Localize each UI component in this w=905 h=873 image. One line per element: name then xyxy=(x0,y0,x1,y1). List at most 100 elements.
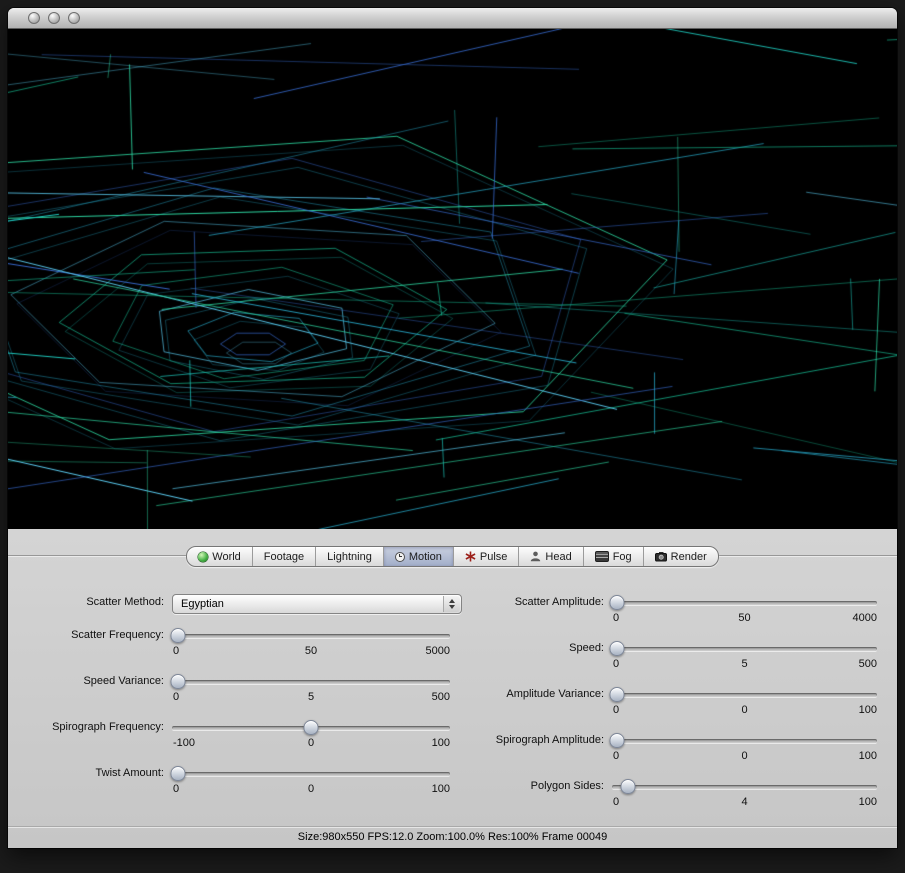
slider-scale: 0 0 100 xyxy=(612,704,877,719)
tab-render[interactable]: Render xyxy=(643,547,718,566)
tab-label: Footage xyxy=(264,551,304,563)
slider-thumb[interactable] xyxy=(610,687,625,702)
speed-slider[interactable] xyxy=(612,640,877,657)
slider-thumb[interactable] xyxy=(610,595,625,610)
scale-mid: 0 xyxy=(308,737,314,749)
tab-label: Render xyxy=(671,551,707,563)
slider-label: Scatter Amplitude: xyxy=(460,594,612,627)
dropdown-label: Scatter Method: xyxy=(20,594,172,614)
tab-motion[interactable]: Motion xyxy=(383,547,453,566)
tab-lightning[interactable]: Lightning xyxy=(315,547,383,566)
scale-mid: 50 xyxy=(305,645,317,657)
slider-track xyxy=(172,634,450,638)
tab-label: Lightning xyxy=(327,551,372,563)
tab-label: Pulse xyxy=(480,551,508,563)
slider-thumb[interactable] xyxy=(610,641,625,656)
scale-max: 4000 xyxy=(853,612,877,624)
minimize-button[interactable] xyxy=(48,12,60,24)
scale-max: 100 xyxy=(432,737,450,749)
slider-track xyxy=(172,680,450,684)
scatter-frequency-slider[interactable] xyxy=(172,627,450,644)
tab-label: Head xyxy=(545,551,571,563)
spirograph-amplitude-slider[interactable] xyxy=(612,732,877,749)
slider-scale: 0 50 5000 xyxy=(172,645,450,660)
tab-world[interactable]: World xyxy=(187,547,252,566)
slider-scale: 0 0 100 xyxy=(612,750,877,765)
slider-label: Spirograph Amplitude: xyxy=(460,732,612,765)
slider-track xyxy=(612,739,877,743)
spirograph-amplitude-row: Spirograph Amplitude: 0 0 100 xyxy=(460,732,877,765)
twist-amount-slider[interactable] xyxy=(172,765,450,782)
status-bar: Size:980x550 FPS:12.0 Zoom:100.0% Res:10… xyxy=(8,826,897,848)
slider-thumb[interactable] xyxy=(170,766,185,781)
slider-thumb[interactable] xyxy=(170,628,185,643)
scale-max: 100 xyxy=(859,750,877,762)
speed-variance-slider[interactable] xyxy=(172,673,450,690)
scatter-amplitude-slider[interactable] xyxy=(612,594,877,611)
tab-head[interactable]: Head xyxy=(518,547,582,566)
scale-max: 5000 xyxy=(426,645,450,657)
zoom-button[interactable] xyxy=(68,12,80,24)
slider-scale: 0 4 100 xyxy=(612,796,877,811)
scale-mid: 0 xyxy=(741,750,747,762)
tab-pulse[interactable]: Pulse xyxy=(453,547,519,566)
scatter-amplitude-row: Scatter Amplitude: 0 50 4000 xyxy=(460,594,877,627)
scatter-method-row: Scatter Method: Egyptian xyxy=(20,594,450,614)
scale-max: 500 xyxy=(432,691,450,703)
render-viewport[interactable] xyxy=(8,29,897,529)
twist-amount-row: Twist Amount: 0 0 100 xyxy=(20,765,450,798)
app-window: World Footage Lightning Motion xyxy=(8,8,897,848)
scale-max: 100 xyxy=(859,796,877,808)
amplitude-variance-row: Amplitude Variance: 0 0 100 xyxy=(460,686,877,719)
controls-grid: Scatter Method: Egyptian Scatter Frequen… xyxy=(8,594,897,824)
tab-label: World xyxy=(212,551,241,563)
slider-thumb[interactable] xyxy=(304,720,319,735)
tab-label: Motion xyxy=(409,551,442,563)
slider-label: Speed Variance: xyxy=(20,673,172,706)
slider-label: Twist Amount: xyxy=(20,765,172,798)
scale-max: 500 xyxy=(859,658,877,670)
slider-track xyxy=(172,772,450,776)
title-bar[interactable] xyxy=(8,8,897,29)
scale-min: 0 xyxy=(173,645,179,657)
slider-scale: 0 5 500 xyxy=(612,658,877,673)
slider-track xyxy=(612,601,877,605)
scale-min: 0 xyxy=(613,704,619,716)
scale-max: 100 xyxy=(859,704,877,716)
slider-track xyxy=(612,647,877,651)
dropdown-value: Egyptian xyxy=(181,598,224,610)
close-button[interactable] xyxy=(28,12,40,24)
scatter-frequency-row: Scatter Frequency: 0 50 5000 xyxy=(20,627,450,660)
slider-thumb[interactable] xyxy=(620,779,635,794)
slider-label: Speed: xyxy=(460,640,612,673)
slider-label: Spirograph Frequency: xyxy=(20,719,172,752)
window-controls xyxy=(28,12,80,24)
dropdown-arrows-icon xyxy=(443,596,460,612)
clock-icon xyxy=(395,552,405,562)
scale-min: 0 xyxy=(173,783,179,795)
camera-icon xyxy=(655,551,667,562)
tab-fog[interactable]: Fog xyxy=(583,547,643,566)
slider-thumb[interactable] xyxy=(170,674,185,689)
spirograph-frequency-slider[interactable] xyxy=(172,719,450,736)
tab-footage[interactable]: Footage xyxy=(252,547,315,566)
slider-scale: 0 0 100 xyxy=(172,783,450,798)
spirograph-frequency-row: Spirograph Frequency: -100 0 100 xyxy=(20,719,450,752)
scale-min: 0 xyxy=(613,796,619,808)
scatter-method-dropdown[interactable]: Egyptian xyxy=(172,594,462,614)
scale-min: -100 xyxy=(173,737,195,749)
slider-scale: 0 50 4000 xyxy=(612,612,877,627)
amplitude-variance-slider[interactable] xyxy=(612,686,877,703)
scale-mid: 5 xyxy=(741,658,747,670)
scale-mid: 0 xyxy=(741,704,747,716)
scale-mid: 50 xyxy=(738,612,750,624)
polygon-sides-slider[interactable] xyxy=(612,778,877,795)
scale-max: 100 xyxy=(432,783,450,795)
tab-label: Fog xyxy=(613,551,632,563)
scale-mid: 4 xyxy=(741,796,747,808)
fog-icon xyxy=(595,551,609,562)
polygon-sides-row: Polygon Sides: 0 4 100 xyxy=(460,778,877,811)
viewport-canvas[interactable] xyxy=(8,29,897,529)
slider-thumb[interactable] xyxy=(610,733,625,748)
scale-mid: 0 xyxy=(308,783,314,795)
